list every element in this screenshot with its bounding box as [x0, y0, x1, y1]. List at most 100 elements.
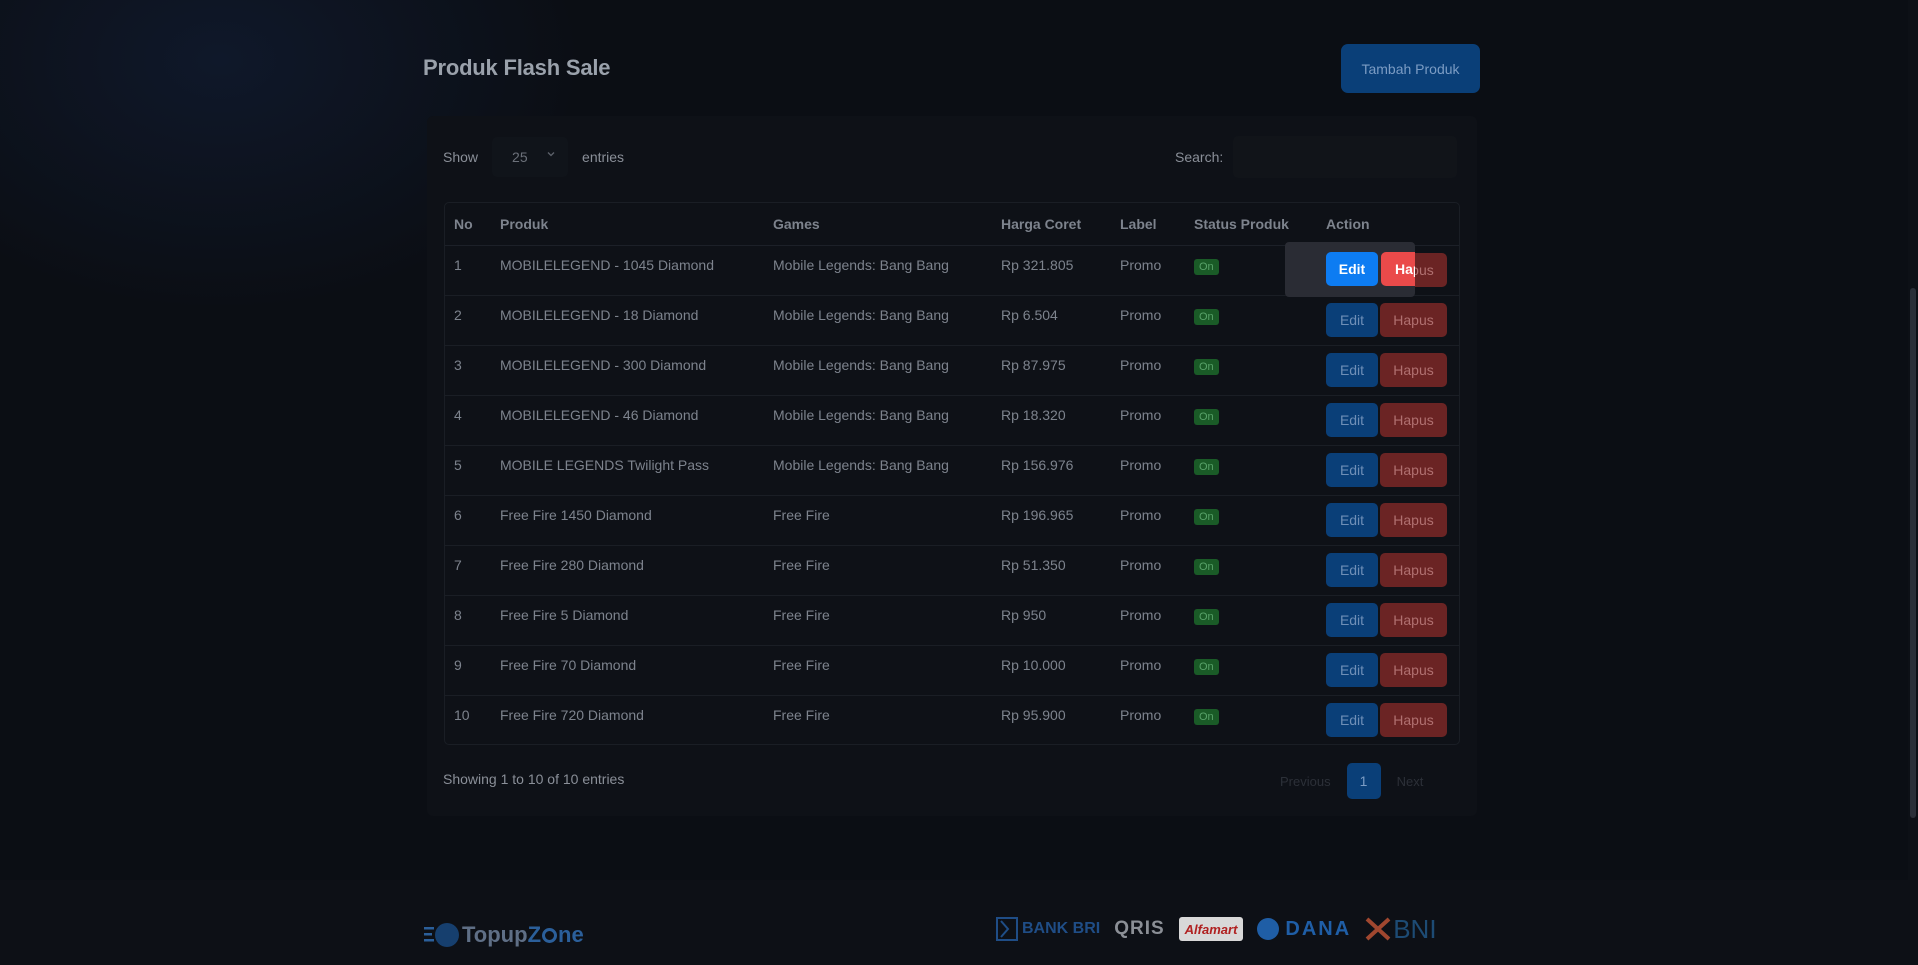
logo-o-icon [542, 927, 558, 943]
table-row: 8 Free Fire 5 Diamond Free Fire Rp 950 Promo… [445, 595, 1459, 646]
entries-select-value: 25 [512, 149, 528, 165]
cell-no: 4 [445, 395, 491, 446]
cell-label: Promo [1111, 545, 1185, 596]
table-row: 9 Free Fire 70 Diamond Free Fire Rp 10.000 P… [445, 645, 1459, 696]
cell-games: Mobile Legends: Bang Bang [764, 245, 992, 296]
bank-bri-text: BANK BRI [1022, 920, 1101, 937]
status-badge: On [1194, 258, 1219, 275]
edit-button[interactable]: Edit [1326, 302, 1378, 337]
cell-no: 3 [445, 345, 491, 396]
search-control: Search: [1175, 136, 1458, 178]
cell-no: 9 [445, 645, 491, 696]
alfamart-text: Alfamart [1184, 921, 1238, 937]
edit-button[interactable]: Edit [1326, 502, 1378, 537]
cell-status: On [1185, 345, 1317, 396]
edit-button[interactable]: Edit [1326, 552, 1378, 587]
cell-harga-coret: Rp 196.965 [992, 495, 1111, 546]
cell-harga-coret: Rp 156.976 [992, 445, 1111, 496]
show-label: Show [443, 149, 479, 165]
col-header-games[interactable]: Games [764, 203, 992, 246]
cell-games: Free Fire [764, 645, 992, 696]
cell-produk: MOBILELEGEND - 300 Diamond [491, 345, 764, 396]
delete-button[interactable]: Hapus [1380, 402, 1447, 437]
edit-button[interactable]: Edit [1326, 452, 1378, 487]
highlighted-delete-button[interactable]: Hapus [1381, 252, 1415, 286]
table-row: 7 Free Fire 280 Diamond Free Fire Rp 51.350… [445, 545, 1459, 596]
cell-action: EditHapus [1317, 495, 1459, 546]
cell-games: Mobile Legends: Bang Bang [764, 345, 992, 396]
cell-no: 1 [445, 245, 491, 296]
col-header-action[interactable]: Action [1317, 203, 1459, 246]
cell-label: Promo [1111, 395, 1185, 446]
cell-no: 10 [454, 706, 470, 723]
delete-button[interactable]: Hapus [1380, 652, 1447, 687]
table-info: Showing 1 to 10 of 10 entries [443, 771, 625, 787]
pagination-previous[interactable]: Previous [1280, 774, 1331, 789]
cell-label: Promo [1111, 495, 1185, 546]
cell-no: 8 [445, 595, 491, 646]
lightning-logo-icon [424, 920, 460, 950]
pagination-next[interactable]: Next [1397, 774, 1424, 789]
status-badge: On [1194, 708, 1219, 725]
scrollbar-thumb[interactable] [1910, 288, 1916, 818]
edit-button[interactable]: Edit [1326, 702, 1378, 737]
delete-button[interactable]: Hapus [1380, 352, 1447, 387]
cell-no: 6 [445, 495, 491, 546]
scrollbar-track[interactable] [1908, 0, 1918, 965]
cell-status: On [1185, 395, 1317, 446]
cell-status: On [1185, 695, 1317, 745]
topupzone-logo[interactable]: Topup Z ne [424, 920, 584, 950]
col-header-produk[interactable]: Produk [491, 203, 764, 246]
cell-status: On [1185, 445, 1317, 496]
logo-text-ne: ne [558, 922, 584, 947]
edit-button[interactable]: Edit [1326, 402, 1378, 437]
cell-games: Mobile Legends: Bang Bang [764, 295, 992, 346]
status-badge: On [1194, 408, 1219, 425]
edit-button[interactable]: Edit [1326, 352, 1378, 387]
logo-text-topup: Topup [462, 922, 528, 947]
cell-produk: MOBILELEGEND - 18 Diamond [491, 295, 764, 346]
delete-button[interactable]: Hapus [1380, 552, 1447, 587]
table-row: 2 MOBILELEGEND - 18 Diamond Mobile Legends… [445, 295, 1459, 346]
cell-action: EditHapus [1317, 595, 1459, 646]
dana-mark-icon [1257, 918, 1280, 940]
col-header-harga-coret[interactable]: Harga Coret [992, 203, 1111, 246]
add-product-button[interactable]: Tambah Produk [1341, 44, 1480, 93]
cell-no: 7 [445, 545, 491, 596]
status-badge: On [1194, 658, 1219, 675]
col-header-status[interactable]: Status Produk [1185, 203, 1317, 246]
cell-harga-coret: Rp 95.900 [1001, 706, 1066, 723]
edit-button[interactable]: Edit [1326, 602, 1378, 637]
pagination: Previous 1 Next [1280, 763, 1423, 799]
cell-label: Promo [1111, 345, 1185, 396]
cell-action: EditHapus [1317, 645, 1459, 696]
cell-produk: MOBILELEGEND - 1045 Diamond [491, 245, 764, 296]
entries-length-control: Show 25 entries [443, 137, 624, 177]
delete-button[interactable]: Hapus [1380, 702, 1447, 737]
table-row: 4 MOBILELEGEND - 46 Diamond Mobile Legends… [445, 395, 1459, 446]
delete-button[interactable]: Hapus [1380, 502, 1447, 537]
status-badge: On [1194, 308, 1219, 325]
footer [0, 880, 1908, 965]
logo-text-z: Z [527, 922, 542, 947]
col-header-label[interactable]: Label [1111, 203, 1185, 246]
cell-label: Promo [1120, 706, 1162, 723]
bank-bri-logo: BANK BRI [996, 914, 1100, 944]
col-header-no[interactable]: No [445, 203, 491, 246]
search-input[interactable] [1233, 136, 1458, 178]
cell-action: EditHapus [1317, 545, 1459, 596]
pagination-page-1[interactable]: 1 [1346, 763, 1381, 799]
delete-button[interactable]: Hapus [1380, 302, 1447, 337]
delete-button[interactable]: Hapus [1380, 452, 1447, 487]
edit-button[interactable]: Edit [1326, 652, 1378, 687]
status-badge: On [1194, 458, 1219, 475]
cell-status: On [1185, 595, 1317, 646]
cell-harga-coret: Rp 10.000 [992, 645, 1111, 696]
cell-produk: MOBILE LEGENDS Twilight Pass [491, 445, 764, 496]
dana-logo: DANA [1257, 914, 1351, 944]
cell-games: Free Fire [764, 545, 992, 596]
entries-select[interactable]: 25 [492, 137, 569, 177]
cell-action: EditHapus [1317, 395, 1459, 446]
highlighted-edit-button[interactable]: Edit [1326, 252, 1378, 286]
delete-button[interactable]: Hapus [1380, 602, 1447, 637]
